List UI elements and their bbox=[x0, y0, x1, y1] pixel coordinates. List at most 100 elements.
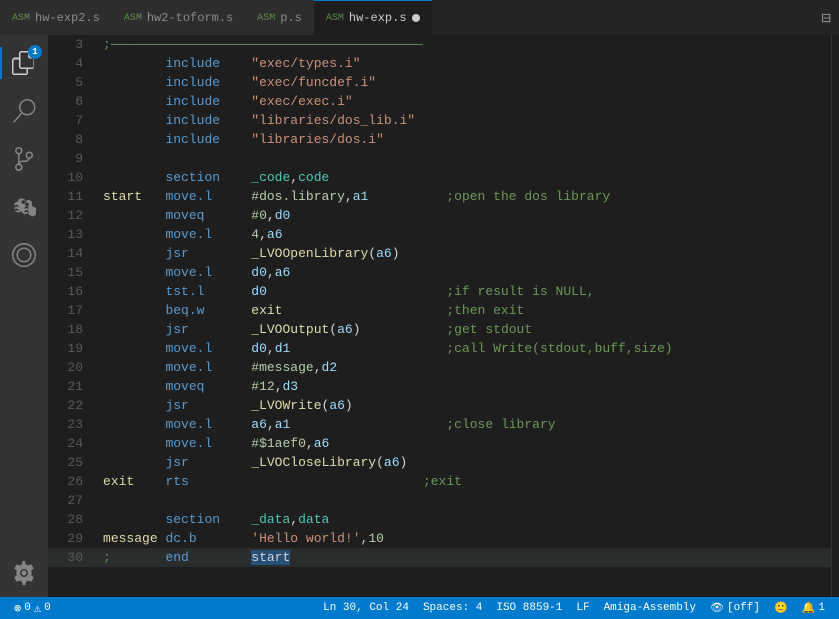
activity-settings-icon[interactable] bbox=[0, 549, 48, 597]
line-number: 18 bbox=[48, 320, 99, 339]
cursor-word: start bbox=[251, 550, 290, 565]
keyword: section bbox=[165, 170, 220, 185]
status-smile[interactable]: 🙂 bbox=[768, 601, 794, 615]
line-number: 26 bbox=[48, 472, 99, 491]
activity-remote-icon[interactable] bbox=[0, 231, 48, 279]
activity-files-icon[interactable]: 1 bbox=[0, 39, 48, 87]
comment: ;if result is NULL, bbox=[446, 284, 594, 299]
table-row: 4 include "exec/types.i" bbox=[48, 54, 831, 73]
register: a6 bbox=[275, 265, 291, 280]
instruction: move.l bbox=[165, 265, 212, 280]
status-encoding[interactable]: ISO 8859-1 bbox=[490, 602, 568, 614]
line-content: beq.w exit ;then exit bbox=[99, 301, 831, 320]
comment: ;exit bbox=[423, 474, 462, 489]
line-content: start move.l #dos.library,a1 ;open the d… bbox=[99, 187, 831, 206]
line-content: moveq #12,d3 bbox=[99, 377, 831, 396]
line-number: 20 bbox=[48, 358, 99, 377]
activity-search-icon[interactable] bbox=[0, 87, 48, 135]
activity-extensions-icon[interactable] bbox=[0, 183, 48, 231]
line-content: exit rts ;exit bbox=[99, 472, 831, 491]
keyword: include bbox=[165, 94, 220, 109]
error-count: 0 bbox=[24, 602, 31, 614]
status-errors[interactable]: ⊗ 0 ⚠ 0 bbox=[8, 601, 57, 616]
bell-icon: 🔔 bbox=[802, 601, 816, 615]
table-row: 14 jsr _LVOOpenLibrary(a6) bbox=[48, 244, 831, 263]
operand: #12 bbox=[251, 379, 274, 394]
table-row: 22 jsr _LVOWrite(a6) bbox=[48, 396, 831, 415]
line-number: 28 bbox=[48, 510, 99, 529]
line-number: 10 bbox=[48, 168, 99, 187]
table-row: 3 ;—————————————————————————————————————… bbox=[48, 35, 831, 54]
instruction: rts bbox=[165, 474, 188, 489]
line-content: section _data,data bbox=[99, 510, 831, 529]
status-language[interactable]: Amiga-Assembly bbox=[598, 602, 702, 614]
code-table: 3 ;—————————————————————————————————————… bbox=[48, 35, 831, 567]
eye-label: [off] bbox=[727, 602, 760, 614]
comment: ;open the dos library bbox=[446, 189, 610, 204]
function: _LVOOpenLibrary bbox=[251, 246, 368, 261]
line-content bbox=[99, 491, 831, 510]
directive-end: end bbox=[165, 550, 188, 565]
line-content: include "exec/types.i" bbox=[99, 54, 831, 73]
string: "libraries/dos_lib.i" bbox=[251, 113, 415, 128]
line-content: section _code,code bbox=[99, 168, 831, 187]
section-type: data bbox=[298, 512, 329, 527]
comment: ;close library bbox=[446, 417, 555, 432]
instruction: moveq bbox=[165, 208, 204, 223]
line-number: 15 bbox=[48, 263, 99, 282]
instruction: moveq bbox=[165, 379, 204, 394]
table-row: 19 move.l d0,d1 ;call Write(stdout,buff,… bbox=[48, 339, 831, 358]
line-number: 29 bbox=[48, 529, 99, 548]
instruction: move.l bbox=[165, 189, 212, 204]
register: d1 bbox=[275, 341, 291, 356]
line-content: ; end start bbox=[99, 548, 831, 567]
code-editor[interactable]: 3 ;—————————————————————————————————————… bbox=[48, 35, 831, 597]
register: a6 bbox=[337, 322, 353, 337]
keyword: include bbox=[165, 132, 220, 147]
table-row: 9 bbox=[48, 149, 831, 168]
line-number: 22 bbox=[48, 396, 99, 415]
line-content: tst.l d0 ;if result is NULL, bbox=[99, 282, 831, 301]
instruction: move.l bbox=[165, 341, 212, 356]
string: "exec/funcdef.i" bbox=[251, 75, 376, 90]
status-spaces[interactable]: Spaces: 4 bbox=[417, 602, 488, 614]
status-position[interactable]: Ln 30, Col 24 bbox=[317, 602, 415, 614]
editor-area: 3 ;—————————————————————————————————————… bbox=[48, 35, 839, 597]
section-name: _data bbox=[251, 512, 290, 527]
table-row: 8 include "libraries/dos.i" bbox=[48, 130, 831, 149]
line-number: 25 bbox=[48, 453, 99, 472]
tab-name-p: p.s bbox=[280, 11, 302, 25]
line-content: move.l d0,d1 ;call Write(stdout,buff,siz… bbox=[99, 339, 831, 358]
spaces-label: Spaces: 4 bbox=[423, 602, 482, 614]
comment: ;call Write(stdout,buff,size) bbox=[446, 341, 672, 356]
register: a6 bbox=[329, 398, 345, 413]
register: a1 bbox=[275, 417, 291, 432]
line-content: moveq #0,d0 bbox=[99, 206, 831, 225]
table-row: 18 jsr _LVOOutput(a6) ;get stdout bbox=[48, 320, 831, 339]
line-content: include "libraries/dos_lib.i" bbox=[99, 111, 831, 130]
line-number: 11 bbox=[48, 187, 99, 206]
register: d0 bbox=[275, 208, 291, 223]
line-content: include "exec/exec.i" bbox=[99, 92, 831, 111]
eol-label: LF bbox=[576, 602, 589, 614]
split-editor-icon[interactable]: ⊟ bbox=[813, 8, 839, 28]
table-row: 16 tst.l d0 ;if result is NULL, bbox=[48, 282, 831, 301]
line-number: 4 bbox=[48, 54, 99, 73]
tab-p[interactable]: asm p.s bbox=[245, 0, 314, 35]
line-content: move.l a6,a1 ;close library bbox=[99, 415, 831, 434]
activity-source-control-icon[interactable] bbox=[0, 135, 48, 183]
status-eol[interactable]: LF bbox=[570, 602, 595, 614]
comment: ;then exit bbox=[446, 303, 524, 318]
tab-hw-exp[interactable]: asm hw-exp.s bbox=[314, 0, 432, 35]
table-row: 5 include "exec/funcdef.i" bbox=[48, 73, 831, 92]
table-row: 29 message dc.b 'Hello world!',10 bbox=[48, 529, 831, 548]
status-eye[interactable]: 👁 [off] bbox=[704, 601, 766, 615]
tab-hw-exp2[interactable]: asm hw-exp2.s bbox=[0, 0, 112, 35]
instruction: jsr bbox=[165, 322, 188, 337]
table-row: 13 move.l 4,a6 bbox=[48, 225, 831, 244]
operand: #dos.library bbox=[251, 189, 345, 204]
status-notifications[interactable]: 🔔 1 bbox=[796, 601, 831, 615]
line-content: jsr _LVOOutput(a6) ;get stdout bbox=[99, 320, 831, 339]
tab-hw2-toform[interactable]: asm hw2-toform.s bbox=[112, 0, 245, 35]
register: a6 bbox=[267, 227, 283, 242]
